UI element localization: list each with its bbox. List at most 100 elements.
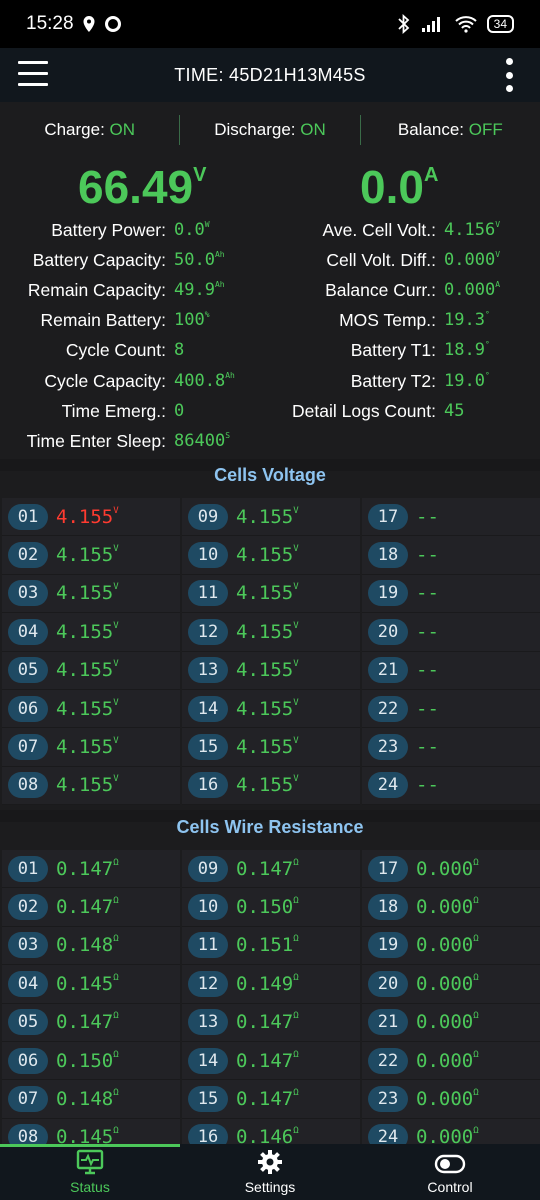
cell-value: 0.147Ω <box>56 1011 119 1034</box>
info-value: 18.9° <box>444 340 490 361</box>
cell-item: 09 4.155V <box>182 498 360 537</box>
cell-item: 15 4.155V <box>182 728 360 767</box>
cell-item: 11 0.151Ω <box>182 926 360 966</box>
cell-item: 21 0.000Ω <box>362 1003 540 1042</box>
cell-value: 4.155V <box>236 505 299 528</box>
info-right-item: Balance Curr.: 0.000A <box>270 280 540 301</box>
cell-index-badge: 17 <box>368 503 408 530</box>
info-label: Balance Curr.: <box>325 279 436 300</box>
cell-index-badge: 19 <box>368 580 408 607</box>
bottom-navigation: Status Settings Control <box>0 1144 540 1200</box>
info-value: 4.156V <box>444 219 501 240</box>
cell-index-badge: 24 <box>368 772 408 799</box>
cell-value: 4.155V <box>236 736 299 759</box>
balance-status: Balance: OFF <box>397 120 503 139</box>
cell-value: 0.147Ω <box>56 857 119 880</box>
info-right-item: Cell Volt. Diff.: 0.000V <box>270 250 540 271</box>
info-value: 86400S <box>174 430 231 451</box>
info-label: Remain Battery: <box>40 310 166 331</box>
cell-index-badge: 15 <box>188 734 228 761</box>
circle-icon <box>104 16 121 32</box>
cell-index-badge: 10 <box>188 542 228 569</box>
cells-resistance-title: Cells Wire Resistance <box>176 817 364 837</box>
cell-index-badge: 12 <box>188 970 228 997</box>
total-current: 0.0A <box>360 161 439 213</box>
info-label: Battery Power: <box>51 219 166 240</box>
info-value: 45 <box>444 400 465 421</box>
cell-item: 13 0.147Ω <box>182 1003 360 1042</box>
cell-item: 04 0.145Ω <box>2 965 180 1004</box>
cell-index-badge: 17 <box>368 855 408 882</box>
cell-value: 0.000Ω <box>416 1049 479 1072</box>
cell-item: 07 0.148Ω <box>2 1080 180 1119</box>
cell-value: 4.155V <box>56 544 119 567</box>
cell-index-badge: 23 <box>368 1086 408 1113</box>
info-left-item: Cycle Count: 8 <box>0 340 270 361</box>
cell-index-badge: 04 <box>8 618 48 645</box>
cell-item: 22 -- <box>362 689 540 729</box>
tab-status[interactable]: Status <box>0 1144 180 1200</box>
cell-item: 04 4.155V <box>2 613 180 652</box>
tab-control[interactable]: Control <box>360 1144 540 1200</box>
info-right-item: Battery T2: 19.0° <box>270 371 540 392</box>
cell-item: 14 4.155V <box>182 689 360 729</box>
cell-index-badge: 06 <box>8 1047 48 1074</box>
cell-value: 0.147Ω <box>56 896 119 919</box>
info-row: Battery Power: 0.0W Ave. Cell Volt.: 4.156V <box>0 215 540 245</box>
clock: 15:28 <box>26 13 74 34</box>
cell-item: 05 0.147Ω <box>2 1003 180 1042</box>
info-row: Time Enter Sleep: 86400S <box>0 426 540 456</box>
cell-value: 0.147Ω <box>236 1011 299 1034</box>
cell-item: 03 0.148Ω <box>2 926 180 966</box>
cell-index-badge: 14 <box>188 1047 228 1074</box>
info-value: 0.000A <box>444 279 501 300</box>
cell-index-badge: 12 <box>188 618 228 645</box>
cell-index-badge: 13 <box>188 1009 228 1036</box>
cell-value: 0.151Ω <box>236 934 299 957</box>
cell-value: 4.155V <box>236 774 299 797</box>
info-left-item: Time Enter Sleep: 86400S <box>0 431 270 452</box>
location-icon <box>83 16 95 32</box>
cell-index-badge: 14 <box>188 695 228 722</box>
cell-item: 01 4.155V <box>2 498 180 537</box>
cell-item: 22 0.000Ω <box>362 1041 540 1081</box>
tab-settings[interactable]: Settings <box>180 1144 360 1200</box>
cell-index-badge: 19 <box>368 932 408 959</box>
hamburger-menu-icon[interactable] <box>18 61 48 87</box>
cell-value: -- <box>416 582 439 605</box>
info-row: Cycle Capacity: 400.8Ah Battery T2: 19.0° <box>0 366 540 396</box>
cell-value: 0.000Ω <box>416 857 479 880</box>
cell-value: 0.148Ω <box>56 1088 119 1111</box>
cell-value: 4.155V <box>236 582 299 605</box>
info-left-item: Remain Capacity: 49.9Ah <box>0 280 270 301</box>
info-value: 19.3° <box>444 310 490 331</box>
cell-value: 4.155V <box>56 582 119 605</box>
cell-index-badge: 01 <box>8 855 48 882</box>
info-value: 19.0° <box>444 370 490 391</box>
cell-value: 0.147Ω <box>236 857 299 880</box>
info-label: Detail Logs Count: <box>292 400 436 421</box>
cell-index-badge: 21 <box>368 1009 408 1036</box>
more-options-icon[interactable] <box>506 58 516 92</box>
cell-value: -- <box>416 620 439 643</box>
info-left-item: Cycle Capacity: 400.8Ah <box>0 371 270 392</box>
cell-value: 0.000Ω <box>416 1088 479 1111</box>
cell-value: 0.000Ω <box>416 1011 479 1034</box>
info-value: 49.9Ah <box>174 279 225 300</box>
cell-item: 18 -- <box>362 536 540 575</box>
discharge-status: Discharge: ON <box>214 120 326 139</box>
cell-item: 20 0.000Ω <box>362 965 540 1004</box>
cell-item: 08 4.155V <box>2 766 180 806</box>
cell-index-badge: 20 <box>368 970 408 997</box>
app-bar: TIME: 45D21H13M45S <box>0 48 540 102</box>
cell-item: 13 4.155V <box>182 651 360 690</box>
cells-voltage-grid: 01 4.155V 09 4.155V 17 -- 02 4.155V 10 4.155V 18 --… <box>0 498 540 806</box>
cell-value: -- <box>416 544 439 567</box>
cell-index-badge: 11 <box>188 580 228 607</box>
cell-index-badge: 09 <box>188 503 228 530</box>
info-label: Remain Capacity: <box>27 279 166 300</box>
toggle-icon <box>434 1154 466 1174</box>
info-label: Time Enter Sleep: <box>26 430 166 451</box>
cell-item: 05 4.155V <box>2 651 180 690</box>
cell-value: 0.145Ω <box>56 972 119 995</box>
